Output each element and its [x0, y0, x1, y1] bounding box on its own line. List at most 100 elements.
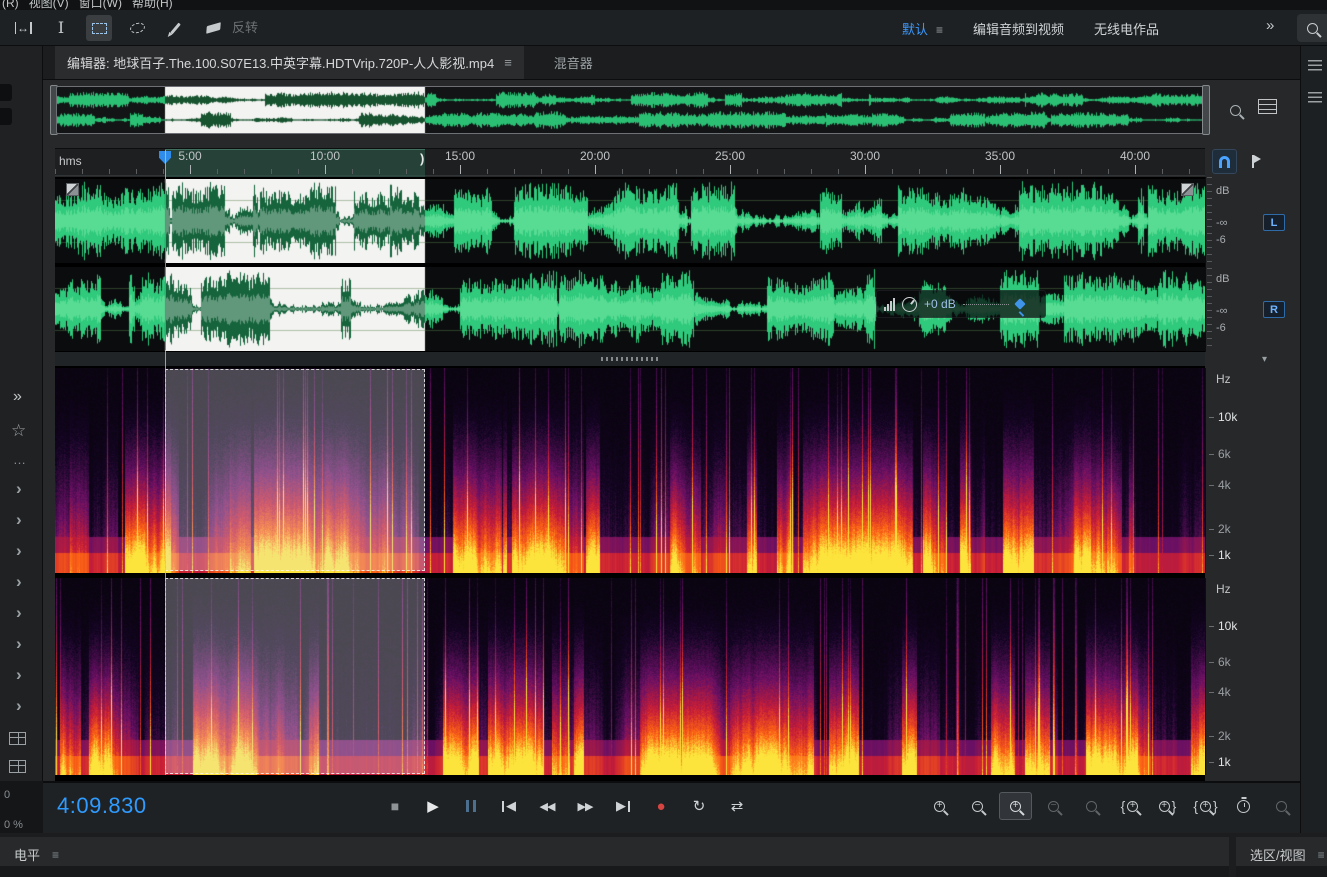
ruler-tick-label: 35:00	[985, 149, 1015, 163]
waveform-canvas-left[interactable]	[55, 179, 1205, 263]
toolbar: ↔ I 反转 默认≡ 编辑音频到视频 无线电作品 »	[0, 10, 1327, 46]
time-selection-tool-button[interactable]: I	[48, 15, 74, 41]
fast-forward-button[interactable]: ▶▶	[570, 792, 600, 820]
menu-bar[interactable]: (R) 视图(V) 窗口(W) 帮助(H)	[0, 0, 1327, 10]
ruler-tick-label: 30:00	[850, 149, 880, 163]
gain-knob[interactable]	[902, 297, 917, 312]
freq-label-layer: 10k6k4k2k1k	[1206, 578, 1300, 775]
rail-grid-icon[interactable]	[9, 760, 26, 773]
snap-toggle-button[interactable]	[1212, 149, 1237, 174]
rail-more-icon[interactable]: …	[13, 452, 26, 467]
mixer-tab[interactable]: 混音器	[554, 46, 593, 79]
timeline-ruler[interactable]: hms 5:0010:0015:0020:0025:0030:0035:0040…	[55, 148, 1205, 176]
levels-panel: 电平≡	[0, 837, 1229, 877]
collapsed-panel-item[interactable]: ›	[16, 542, 22, 559]
move-tool-button[interactable]: ↔	[10, 15, 36, 41]
panel-menu-icon[interactable]: ≡	[504, 55, 512, 70]
fade-out-handle[interactable]	[1181, 183, 1194, 196]
panel-menu-icon[interactable]: ≡	[1318, 848, 1325, 862]
loop-playback-button[interactable]: ↻	[684, 792, 714, 820]
zoom-out-selection-button[interactable]	[1037, 792, 1070, 820]
workspace-menu-icon[interactable]: ≡	[936, 23, 943, 37]
skip-selection-button[interactable]: ⇄	[722, 792, 752, 820]
fade-in-handle[interactable]	[66, 183, 79, 196]
ruler-tick-layer: 5:0010:0015:0020:0025:0030:0035:0040:00	[55, 165, 1205, 175]
collapsed-panel-notch[interactable]	[0, 108, 12, 125]
collapsed-panel-item[interactable]: ›	[16, 604, 22, 621]
editor-file-tab[interactable]: 编辑器: 地球百子.The.100.S07E13.中英字幕.HDTVrip.72…	[55, 46, 524, 79]
zoom-in-button[interactable]	[923, 792, 956, 820]
channel-right-button[interactable]: R	[1263, 301, 1285, 318]
panel-menu-icon[interactable]: ≡	[52, 848, 59, 862]
panel-menu-icon[interactable]	[1308, 92, 1322, 103]
marker-flag-icon	[1252, 155, 1254, 168]
zoom-right-edge-button[interactable]: }	[1151, 792, 1184, 820]
skip-to-end-button[interactable]: ▶	[608, 792, 638, 820]
rewind-button[interactable]: ◀◀	[532, 792, 562, 820]
zoom-reset-button[interactable]	[1075, 792, 1108, 820]
spectral-selection-overlay[interactable]	[165, 369, 425, 571]
collapsed-panel-item[interactable]: ›	[16, 480, 22, 497]
search-button[interactable]	[1297, 14, 1327, 42]
spectral-selection-overlay[interactable]	[165, 578, 425, 774]
lasso-selection-tool-button[interactable]	[124, 15, 150, 41]
magnifier-icon	[1048, 801, 1059, 812]
volume-hud[interactable]: +0 dB	[876, 290, 1046, 318]
collapsed-panel-notch[interactable]	[0, 84, 12, 101]
marquee-selection-tool-button[interactable]	[86, 15, 112, 41]
overview-display-options-icon[interactable]	[1258, 99, 1277, 114]
panel-menu-icon[interactable]	[1308, 60, 1322, 71]
freq-label-layer: 10k6k4k2k1k	[1206, 368, 1300, 573]
view-splitter[interactable]	[55, 352, 1205, 366]
play-button[interactable]: ▶	[418, 792, 448, 820]
workspace-tab-edit-audio-to-video[interactable]: 编辑音频到视频	[973, 19, 1064, 38]
gain-value[interactable]: +0 dB	[924, 297, 956, 311]
zoom-full-button[interactable]	[1265, 792, 1298, 820]
scale-dropdown-arrow[interactable]: ▾	[1262, 354, 1267, 365]
zoom-selection-full-button[interactable]: {}	[1189, 792, 1222, 820]
pause-button[interactable]	[456, 792, 486, 820]
overview-right-handle[interactable]	[1202, 85, 1210, 135]
invert-button[interactable]: 反转	[232, 10, 258, 46]
add-marker-button[interactable]	[1243, 151, 1263, 171]
collapsed-panel-item[interactable]: ›	[16, 635, 22, 652]
selection-end-handle[interactable]: )	[420, 151, 424, 166]
stop-icon: ■	[391, 798, 399, 814]
record-button[interactable]: ●	[646, 792, 676, 820]
rail-grid-icon[interactable]	[9, 732, 26, 745]
freq-tick-label: 4k	[1218, 479, 1231, 491]
channel-left-button[interactable]: L	[1263, 214, 1285, 231]
zoom-out-button[interactable]	[961, 792, 994, 820]
workspace-tab-radio-production[interactable]: 无线电作品	[1094, 19, 1159, 38]
collapsed-panel-item[interactable]: ›	[16, 666, 22, 683]
collapsed-panel-item[interactable]: ›	[16, 697, 22, 714]
magnifier-icon	[1230, 105, 1241, 116]
zoom-left-edge-button[interactable]: {	[1113, 792, 1146, 820]
time-display[interactable]: 4:09.830	[57, 793, 147, 819]
collapsed-panel-item[interactable]: ›	[16, 511, 22, 528]
paintbrush-tool-button[interactable]	[162, 15, 188, 41]
tool-group: ↔ I	[10, 10, 226, 46]
workspace-bar: 默认≡ 编辑音频到视频 无线电作品	[902, 10, 1159, 46]
timer-button[interactable]	[1227, 792, 1260, 820]
magnifier-icon	[1276, 801, 1287, 812]
workspace-overflow-chevron[interactable]: »	[1266, 17, 1274, 34]
freq-tick-label: 10k	[1218, 411, 1237, 423]
rail-meter-scale: 0 0 %	[0, 781, 43, 833]
favorites-star-icon[interactable]: ☆	[11, 421, 26, 441]
marquee-icon	[92, 23, 107, 34]
overview-waveform-canvas[interactable]	[57, 87, 1203, 133]
overview-zoom-button[interactable]	[1222, 97, 1248, 123]
pin-icon[interactable]	[1014, 298, 1025, 309]
spot-healing-tool-button[interactable]	[200, 15, 226, 41]
expand-rail-button[interactable]: »	[13, 388, 22, 406]
menu-bar-text: (R) 视图(V) 窗口(W) 帮助(H)	[2, 0, 173, 10]
splitter-grip[interactable]	[601, 357, 659, 361]
left-panel-rail: » ☆ … › › › › › › › › 0 0 %	[0, 46, 43, 833]
skip-to-start-button[interactable]: ◀	[494, 792, 524, 820]
overview-range[interactable]	[56, 86, 1204, 134]
stop-button[interactable]: ■	[380, 792, 410, 820]
collapsed-panel-item[interactable]: ›	[16, 573, 22, 590]
workspace-tab-default[interactable]: 默认≡	[902, 19, 943, 38]
zoom-in-selection-button[interactable]	[999, 792, 1032, 820]
